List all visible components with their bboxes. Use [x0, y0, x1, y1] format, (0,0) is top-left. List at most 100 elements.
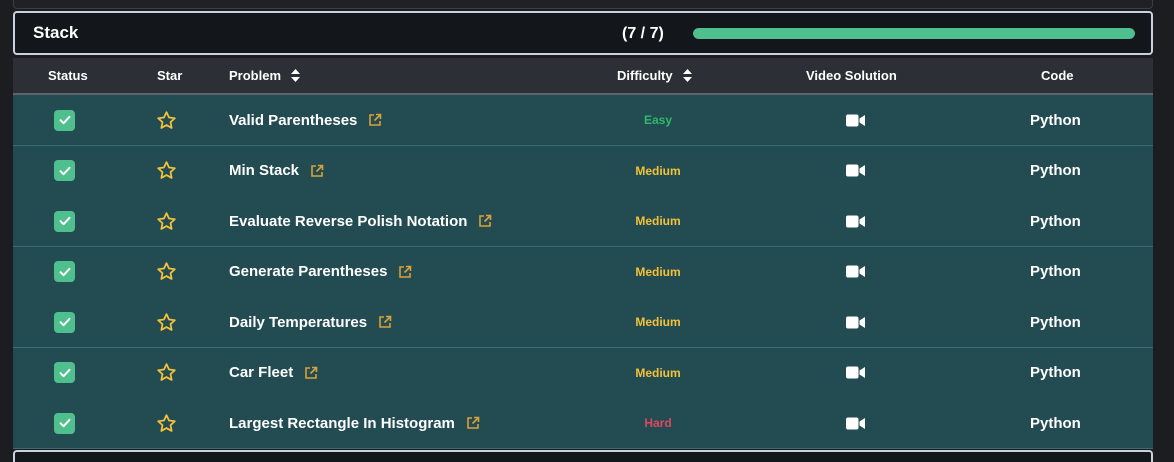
code-cell: Python	[1030, 146, 1081, 196]
star-outline-icon[interactable]	[156, 110, 177, 131]
code-link[interactable]: Python	[1030, 213, 1081, 230]
video-camera-icon[interactable]	[846, 114, 865, 127]
status-checkbox-icon[interactable]	[54, 311, 75, 333]
status-cell	[54, 196, 75, 246]
difficulty-cell: Hard	[573, 398, 743, 448]
external-link-icon[interactable]	[310, 164, 324, 178]
difficulty-cell: Medium	[573, 196, 743, 246]
star-outline-icon[interactable]	[156, 261, 177, 282]
problem-cell: Valid Parentheses	[229, 95, 382, 145]
header-code: Code	[1041, 68, 1074, 83]
code-cell: Python	[1030, 196, 1081, 246]
problems-table: Status Star Problem Difficulty Video Sol…	[13, 58, 1153, 450]
code-link[interactable]: Python	[1030, 162, 1081, 179]
external-link-icon[interactable]	[466, 416, 480, 430]
difficulty-cell: Medium	[573, 247, 743, 297]
status-cell	[54, 247, 75, 297]
star-cell	[156, 146, 177, 196]
video-camera-icon[interactable]	[846, 164, 865, 177]
external-link-icon[interactable]	[478, 214, 492, 228]
external-link-icon[interactable]	[398, 265, 412, 279]
difficulty-badge: Medium	[635, 365, 681, 380]
table-row: Evaluate Reverse Polish Notation Medium …	[13, 196, 1153, 247]
star-cell	[156, 398, 177, 448]
problem-cell: Min Stack	[229, 146, 324, 196]
table-row: Daily Temperatures Medium Python	[13, 297, 1153, 348]
status-cell	[54, 146, 75, 196]
problem-link[interactable]: Largest Rectangle In Histogram	[229, 415, 455, 432]
video-camera-icon[interactable]	[846, 265, 865, 278]
table-row: Car Fleet Medium Python	[13, 347, 1153, 399]
status-cell	[54, 95, 75, 145]
header-video-solution: Video Solution	[806, 68, 897, 83]
video-camera-icon[interactable]	[846, 215, 865, 228]
code-link[interactable]: Python	[1030, 112, 1081, 129]
status-checkbox-icon[interactable]	[54, 210, 75, 232]
problem-link[interactable]: Evaluate Reverse Polish Notation	[229, 213, 467, 230]
status-cell	[54, 348, 75, 398]
status-checkbox-icon[interactable]	[54, 412, 75, 434]
code-link[interactable]: Python	[1030, 263, 1081, 280]
sort-icon[interactable]	[682, 69, 692, 82]
table-row: Generate Parentheses Medium Python	[13, 246, 1153, 298]
star-outline-icon[interactable]	[156, 211, 177, 232]
video-cell	[846, 297, 865, 347]
difficulty-cell: Medium	[573, 348, 743, 398]
star-outline-icon[interactable]	[156, 312, 177, 333]
status-checkbox-icon[interactable]	[54, 109, 75, 131]
star-outline-icon[interactable]	[156, 413, 177, 434]
code-cell: Python	[1030, 95, 1081, 145]
star-outline-icon[interactable]	[156, 362, 177, 383]
difficulty-cell: Easy	[573, 95, 743, 145]
code-cell: Python	[1030, 348, 1081, 398]
problem-link[interactable]: Generate Parentheses	[229, 263, 387, 280]
table-header: Status Star Problem Difficulty Video Sol…	[13, 58, 1153, 95]
video-cell	[846, 146, 865, 196]
header-status: Status	[48, 68, 88, 83]
external-link-icon[interactable]	[378, 315, 392, 329]
status-checkbox-icon[interactable]	[54, 160, 75, 181]
problem-link[interactable]: Daily Temperatures	[229, 314, 367, 331]
star-cell	[156, 247, 177, 297]
problem-cell: Daily Temperatures	[229, 297, 392, 347]
video-camera-icon[interactable]	[846, 417, 865, 430]
header-star: Star	[157, 68, 183, 83]
header-problem-label: Problem	[229, 68, 282, 83]
star-cell	[156, 95, 177, 145]
section-progress-fill	[693, 28, 1135, 39]
external-link-icon[interactable]	[368, 113, 382, 127]
star-cell	[156, 348, 177, 398]
video-camera-icon[interactable]	[846, 316, 865, 329]
status-checkbox-icon[interactable]	[54, 261, 75, 282]
header-difficulty[interactable]: Difficulty	[617, 68, 692, 83]
code-cell: Python	[1030, 398, 1081, 448]
difficulty-badge: Medium	[635, 214, 681, 228]
difficulty-badge: Hard	[644, 416, 672, 430]
problem-cell: Generate Parentheses	[229, 247, 412, 297]
header-problem[interactable]: Problem	[229, 68, 301, 83]
problem-link[interactable]: Valid Parentheses	[229, 112, 357, 129]
table-row: Valid Parentheses Easy Python	[13, 95, 1153, 146]
video-cell	[846, 348, 865, 398]
stack-section-header[interactable]: Stack (7 / 7)	[13, 11, 1153, 55]
difficulty-cell: Medium	[573, 297, 743, 347]
section-progress-count: (7 / 7)	[622, 25, 664, 42]
code-link[interactable]: Python	[1030, 415, 1081, 432]
section-title: Stack	[33, 23, 79, 42]
code-link[interactable]: Python	[1030, 314, 1081, 331]
problem-link[interactable]: Min Stack	[229, 162, 299, 179]
sort-icon[interactable]	[291, 69, 301, 82]
status-checkbox-icon[interactable]	[54, 362, 75, 383]
external-link-icon[interactable]	[304, 366, 318, 380]
header-difficulty-label: Difficulty	[617, 68, 673, 83]
difficulty-badge: Medium	[635, 315, 681, 329]
star-outline-icon[interactable]	[156, 160, 177, 181]
problem-cell: Car Fleet	[229, 348, 318, 398]
problem-link[interactable]: Car Fleet	[229, 364, 293, 381]
code-link[interactable]: Python	[1030, 364, 1081, 381]
video-camera-icon[interactable]	[846, 366, 865, 379]
problem-cell: Evaluate Reverse Polish Notation	[229, 196, 492, 246]
star-cell	[156, 196, 177, 246]
difficulty-badge: Medium	[635, 163, 681, 178]
video-cell	[846, 247, 865, 297]
